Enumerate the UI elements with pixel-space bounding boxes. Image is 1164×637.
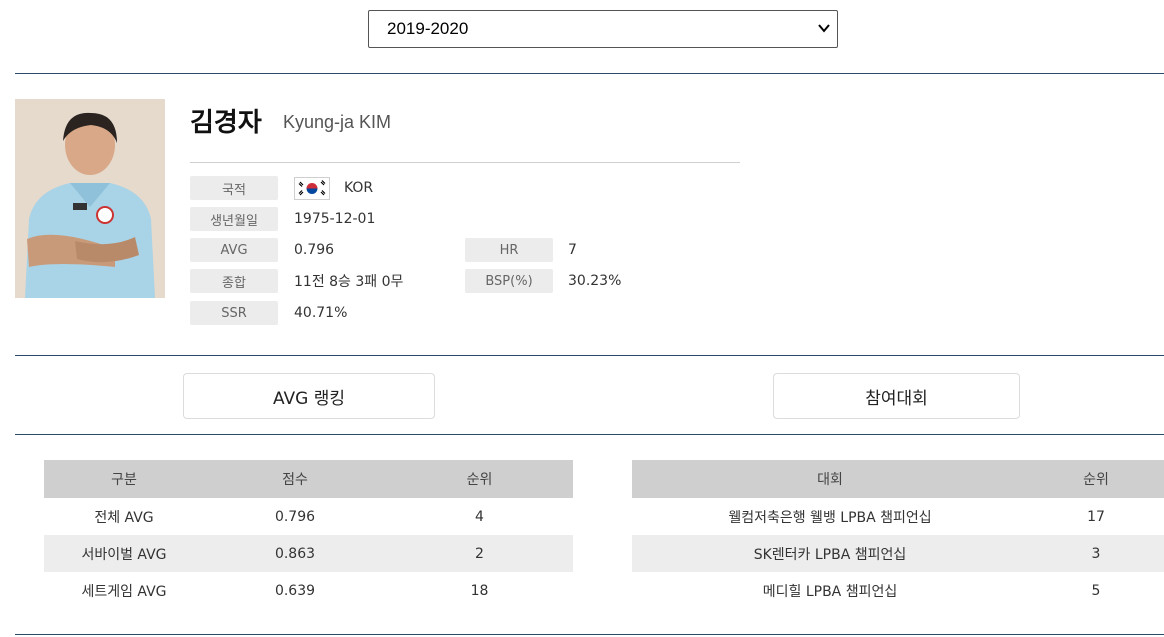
player-name-korean: 김경자 [190,108,262,138]
table-row: 메디힐 LPBA 챔피언십 5 [632,572,1164,609]
divider-bottom [15,634,1164,635]
season-select[interactable]: 2019-2020 [368,10,838,48]
table-row: 전체 AVG 0.796 4 [44,498,573,535]
row-rank: 17 [1087,508,1105,525]
tournaments-table: 대회 순위 웰컴저축은행 웰뱅 LPBA 챔피언십 17 SK렌터카 LPBA … [632,460,1164,609]
bsp-value: 30.23% [568,273,622,289]
header-category: 구분 [44,460,204,498]
row-rank: 18 [470,582,489,599]
hr-value: 7 [568,242,577,258]
table-row: 서바이벌 AVG 0.863 2 [44,535,573,572]
tournaments-tab[interactable]: 참여대회 [773,373,1020,419]
ssr-value: 40.71% [294,305,348,321]
row-category: 세트게임 AVG [81,583,167,600]
chevron-down-icon [818,24,830,33]
record-value: 11전 8승 3패 0무 [294,274,404,290]
avg-ranking-table: 구분 점수 순위 전체 AVG 0.796 4 서바이벌 AVG 0.863 2… [44,460,573,609]
divider-top [15,73,1164,74]
header-rank: 순위 [386,460,573,498]
header-tournament: 대회 [632,460,1028,498]
name-divider [190,162,740,163]
ssr-label: SSR [190,301,278,325]
row-category: 전체 AVG [94,509,154,526]
korea-flag-icon [294,177,330,200]
divider-tabs [15,434,1164,435]
row-tournament[interactable]: 메디힐 LPBA 챔피언십 [632,572,1028,609]
nationality-label: 국적 [190,176,278,200]
bsp-label: BSP(%) [465,269,553,293]
row-rank: 2 [386,535,573,572]
row-rank: 5 [1091,582,1101,599]
player-photo [15,99,165,298]
nationality-value: KOR [344,180,374,196]
row-score: 0.796 [274,508,316,525]
divider-mid [15,355,1164,356]
birthdate-label: 생년월일 [190,207,278,231]
row-category: 서바이벌 AVG [44,535,204,572]
row-rank: 3 [1028,535,1164,572]
row-tournament[interactable]: 웰컴저축은행 웰뱅 LPBA 챔피언십 [632,498,1028,535]
player-name-english: Kyung-ja KIM [283,112,392,132]
record-label: 종합 [190,269,278,293]
avg-value: 0.796 [294,242,335,258]
row-score: 0.863 [204,535,386,572]
table-header-row: 구분 점수 순위 [44,460,573,498]
birthdate-value: 1975-12-01 [294,211,376,227]
table-row: 웰컴저축은행 웰뱅 LPBA 챔피언십 17 [632,498,1164,535]
hr-label: HR [465,238,553,262]
header-rank: 순위 [1028,460,1164,498]
season-select-value: 2019-2020 [387,19,469,38]
row-rank: 4 [475,508,484,525]
row-tournament[interactable]: SK렌터카 LPBA 챔피언십 [632,535,1028,572]
table-header-row: 대회 순위 [632,460,1164,498]
header-score: 점수 [204,460,386,498]
avg-ranking-tab[interactable]: AVG 랭킹 [183,373,435,419]
row-score: 0.639 [274,582,316,599]
table-row: 세트게임 AVG 0.639 18 [44,572,573,609]
table-row: SK렌터카 LPBA 챔피언십 3 [632,535,1164,572]
avg-label: AVG [190,238,278,262]
